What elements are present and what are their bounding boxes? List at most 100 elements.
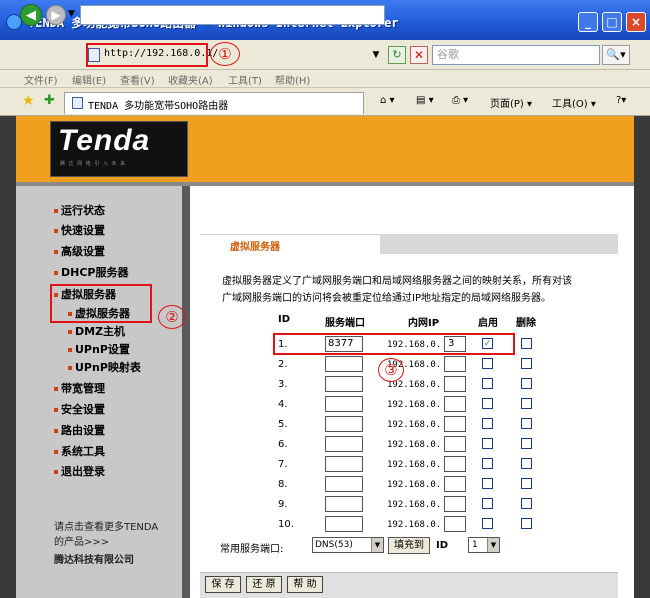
minimize-button[interactable]: _ bbox=[578, 12, 598, 32]
address-dropdown-icon[interactable]: ▼ bbox=[370, 47, 382, 63]
enable-checkbox[interactable] bbox=[482, 518, 493, 529]
history-dropdown-icon[interactable]: ▼ bbox=[68, 9, 75, 19]
service-port-input[interactable] bbox=[325, 436, 363, 452]
forward-button[interactable]: ▶ bbox=[46, 5, 66, 25]
chevron-down-icon[interactable]: ▼ bbox=[487, 538, 499, 552]
ip-prefix: 192.168.0. bbox=[387, 400, 442, 410]
tools-menu[interactable]: 工具(O) ▾ bbox=[552, 95, 596, 110]
help-button[interactable]: 帮 助 bbox=[287, 576, 323, 593]
delete-checkbox[interactable] bbox=[521, 378, 532, 389]
annotation-box-sidebar bbox=[50, 284, 152, 323]
service-port-input[interactable] bbox=[325, 396, 363, 412]
delete-checkbox[interactable] bbox=[521, 438, 532, 449]
home-icon[interactable]: ⌂ ▾ bbox=[380, 95, 395, 106]
print-icon[interactable]: ⎙ ▾ bbox=[452, 95, 468, 106]
fill-to-button[interactable]: 填充到 bbox=[388, 537, 430, 554]
service-port-input[interactable] bbox=[325, 516, 363, 532]
content-title-tab bbox=[200, 234, 380, 254]
ip-suffix-input[interactable] bbox=[444, 456, 466, 472]
ip-prefix: 192.168.0. bbox=[387, 480, 442, 490]
delete-checkbox[interactable] bbox=[521, 398, 532, 409]
tab-page-icon bbox=[72, 97, 83, 109]
delete-checkbox[interactable] bbox=[521, 358, 532, 369]
stop-button[interactable]: ✕ bbox=[410, 46, 428, 64]
menu-help[interactable]: 帮助(H) bbox=[275, 72, 310, 87]
menu-tools[interactable]: 工具(T) bbox=[228, 72, 262, 87]
annotation-circle-2: ② bbox=[158, 305, 186, 329]
ip-prefix: 192.168.0. bbox=[387, 460, 442, 470]
service-port-input[interactable] bbox=[325, 376, 363, 392]
maximize-button[interactable]: □ bbox=[602, 12, 622, 32]
sidebar-item-advanced[interactable]: 高级设置 bbox=[54, 243, 105, 259]
service-port-input[interactable] bbox=[325, 456, 363, 472]
enable-checkbox[interactable] bbox=[482, 478, 493, 489]
sidebar-subitem-upnp-table[interactable]: UPnP映射表 bbox=[68, 359, 141, 375]
enable-checkbox[interactable] bbox=[482, 438, 493, 449]
annotation-box-row1 bbox=[273, 333, 515, 355]
delete-checkbox[interactable] bbox=[521, 338, 532, 349]
search-icon[interactable]: 🔍▾ bbox=[602, 45, 630, 65]
sidebar-item-bandwidth[interactable]: 带宽管理 bbox=[54, 380, 105, 396]
sidebar-item-security[interactable]: 安全设置 bbox=[54, 401, 105, 417]
help-icon[interactable]: ?▾ bbox=[616, 95, 626, 106]
delete-checkbox[interactable] bbox=[521, 478, 532, 489]
sidebar-subitem-upnp-settings[interactable]: UPnP设置 bbox=[68, 341, 130, 357]
ip-suffix-input[interactable] bbox=[444, 376, 466, 392]
enable-checkbox[interactable] bbox=[482, 378, 493, 389]
row-id: 5. bbox=[278, 419, 288, 430]
menu-file[interactable]: 文件(F) bbox=[24, 72, 58, 87]
sidebar-item-dhcp[interactable]: DHCP服务器 bbox=[54, 264, 128, 280]
description-line-2: 广域网服务端口的访问将会被重定位给通过IP地址指定的局域网络服务器。 bbox=[222, 293, 551, 304]
back-button[interactable]: ◀ bbox=[20, 4, 42, 26]
ip-suffix-input[interactable] bbox=[444, 396, 466, 412]
header-ip: 内网IP bbox=[408, 318, 440, 329]
sidebar-item-logout[interactable]: 退出登录 bbox=[54, 463, 105, 479]
delete-checkbox[interactable] bbox=[521, 518, 532, 529]
menu-edit[interactable]: 编辑(E) bbox=[72, 72, 106, 87]
close-button[interactable]: × bbox=[626, 12, 646, 32]
ip-suffix-input[interactable] bbox=[444, 476, 466, 492]
menu-view[interactable]: 查看(V) bbox=[120, 72, 155, 87]
add-favorite-icon[interactable]: ✚ bbox=[44, 93, 55, 108]
page-title: 虚拟服务器 bbox=[230, 242, 280, 253]
menu-favorites[interactable]: 收藏夹(A) bbox=[168, 72, 213, 87]
enable-checkbox[interactable] bbox=[482, 498, 493, 509]
sidebar-item-routing[interactable]: 路由设置 bbox=[54, 422, 105, 438]
enable-checkbox[interactable] bbox=[482, 398, 493, 409]
enable-checkbox[interactable] bbox=[482, 358, 493, 369]
sidebar-subitem-dmz[interactable]: DMZ主机 bbox=[68, 323, 125, 339]
delete-checkbox[interactable] bbox=[521, 498, 532, 509]
more-products-link-2[interactable]: 的产品>>> bbox=[54, 533, 109, 548]
refresh-button[interactable]: ↻ bbox=[388, 46, 406, 64]
tab-label: TENDA 多功能宽带SOHO路由器 bbox=[88, 101, 229, 112]
service-port-input[interactable] bbox=[325, 496, 363, 512]
service-port-input[interactable] bbox=[325, 356, 363, 372]
service-port-input[interactable] bbox=[325, 476, 363, 492]
ip-suffix-input[interactable] bbox=[444, 436, 466, 452]
ip-suffix-input[interactable] bbox=[444, 356, 466, 372]
address-input[interactable] bbox=[80, 5, 385, 25]
delete-checkbox[interactable] bbox=[521, 458, 532, 469]
favorites-star-icon[interactable]: ★ bbox=[22, 93, 35, 109]
sidebar-item-status[interactable]: 运行状态 bbox=[54, 202, 105, 218]
restore-button[interactable]: 还 原 bbox=[246, 576, 282, 593]
feeds-icon[interactable]: ▤ ▾ bbox=[416, 95, 434, 106]
ip-suffix-input[interactable] bbox=[444, 516, 466, 532]
search-input[interactable]: 谷歌 bbox=[432, 45, 600, 65]
ip-prefix: 192.168.0. bbox=[387, 420, 442, 430]
enable-checkbox[interactable] bbox=[482, 418, 493, 429]
chevron-down-icon[interactable]: ▼ bbox=[371, 538, 383, 552]
enable-checkbox[interactable] bbox=[482, 458, 493, 469]
save-button[interactable]: 保 存 bbox=[205, 576, 241, 593]
sidebar-item-system-tools[interactable]: 系统工具 bbox=[54, 443, 105, 459]
sidebar-edge bbox=[182, 186, 190, 598]
ip-suffix-input[interactable] bbox=[444, 496, 466, 512]
delete-checkbox[interactable] bbox=[521, 418, 532, 429]
row-id: 4. bbox=[278, 399, 288, 410]
row-id: 2. bbox=[278, 359, 288, 370]
ip-suffix-input[interactable] bbox=[444, 416, 466, 432]
sidebar-item-quick-setup[interactable]: 快速设置 bbox=[54, 222, 105, 238]
service-port-input[interactable] bbox=[325, 416, 363, 432]
more-products-link[interactable]: 请点击查看更多TENDA bbox=[54, 518, 158, 533]
page-menu[interactable]: 页面(P) ▾ bbox=[490, 95, 532, 110]
